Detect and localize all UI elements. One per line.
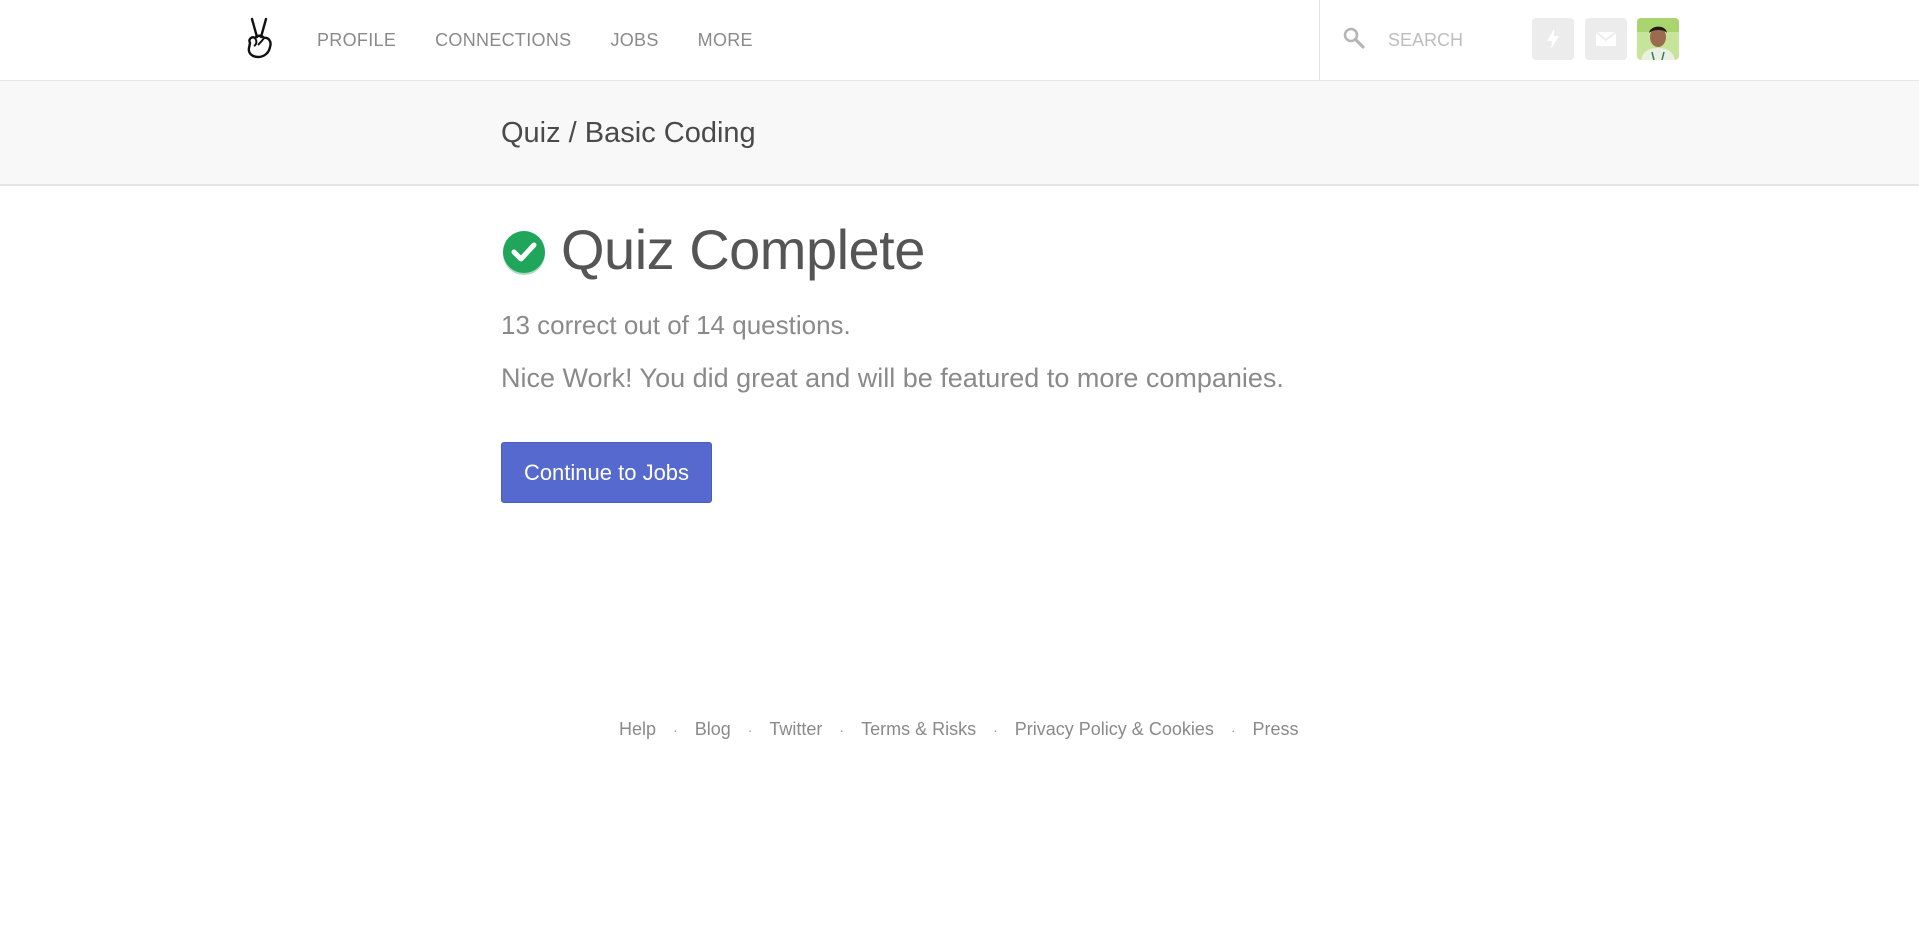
footer-link-help[interactable]: Help [619,719,656,740]
nav-profile[interactable]: PROFILE [317,30,396,51]
footer-separator: · [673,721,678,738]
avatar[interactable] [1637,18,1679,60]
footer-link-privacy[interactable]: Privacy Policy & Cookies [1015,719,1214,740]
messages-button[interactable] [1585,18,1627,60]
search-icon[interactable] [1342,26,1366,50]
footer-link-twitter[interactable]: Twitter [769,719,822,740]
page-title: Quiz Complete [561,218,925,281]
quiz-praise-text: Nice Work! You did great and will be fea… [501,363,1284,393]
footer-link-blog[interactable]: Blog [695,719,731,740]
mail-icon [1595,31,1617,46]
nav-divider [1319,0,1320,80]
nav-more[interactable]: MORE [698,30,753,51]
continue-to-jobs-button[interactable]: Continue to Jobs [501,442,712,503]
top-navbar: PROFILE CONNECTIONS JOBS MORE [0,0,1919,81]
check-circle-icon [501,230,547,276]
breadcrumb: Quiz / Basic Coding [501,117,756,149]
footer-separator: · [1230,721,1236,738]
footer-separator: · [839,721,845,738]
nav-connections[interactable]: CONNECTIONS [435,30,571,51]
footer-separator: · [993,721,998,738]
victory-hand-logo-icon[interactable] [244,17,276,59]
bolt-icon [1547,29,1559,49]
footer-link-terms[interactable]: Terms & Risks [861,719,976,740]
search-input[interactable] [1386,24,1510,56]
footer-separator: · [747,721,753,738]
notifications-button[interactable] [1532,18,1574,60]
main-nav: PROFILE CONNECTIONS JOBS MORE [317,0,792,80]
page-header-band: Quiz / Basic Coding [0,81,1919,186]
footer-link-press[interactable]: Press [1253,719,1299,740]
quiz-score-text: 13 correct out of 14 questions. [501,310,851,340]
nav-jobs[interactable]: JOBS [610,30,658,51]
